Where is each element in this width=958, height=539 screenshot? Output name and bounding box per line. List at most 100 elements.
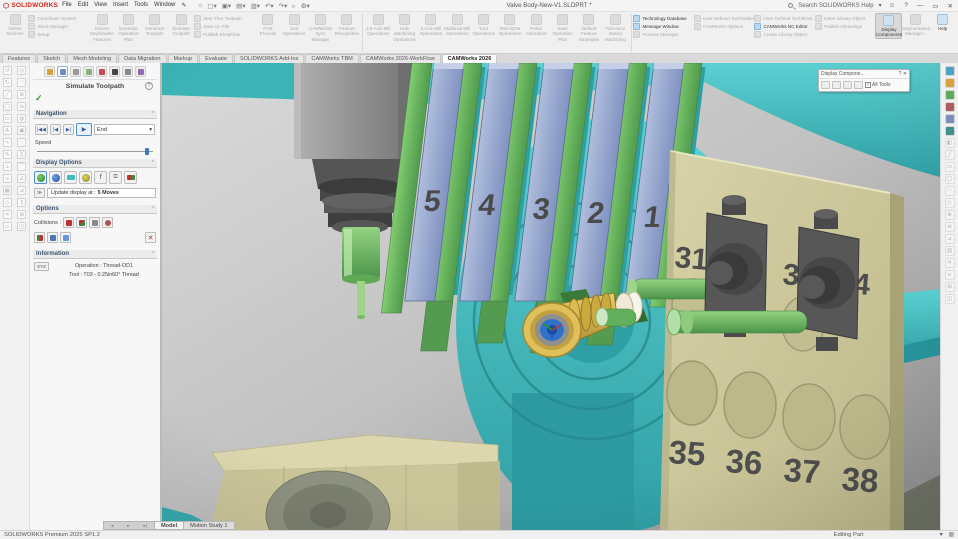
simulate-toolpath-button[interactable]: Simulate Toolpath [168,13,194,37]
tab-mesh-modeling[interactable]: Mesh Modeling [67,54,117,63]
sketch-tool-button[interactable]: A [3,126,12,135]
customize-icon[interactable]: ▦ [949,532,954,538]
user-defined-tool-holder-button[interactable]: User Defined Tool/Holder [694,15,755,22]
go-to-start-button[interactable]: |◀◀ [35,124,48,135]
undo-icon[interactable]: ↶▾ [265,2,274,10]
update-display-field[interactable]: Update display at : 5 Moves [47,188,156,198]
viewport-3d-canvas[interactable]: 5 4 3 2 1 [162,63,940,530]
step-back-button[interactable]: |◀ [50,124,61,135]
menu-window[interactable]: Window [154,2,175,9]
section-view-button[interactable]: ⧉ [109,171,122,184]
information-section-header[interactable]: Information^ [33,250,157,259]
save-icon[interactable]: ▤▾ [236,2,245,10]
ribbon-help-button[interactable]: Help [929,13,955,31]
sync-manager-button[interactable]: CAMWorks Sync Manager [307,13,333,42]
mill-25axis-button[interactable]: 2.5 Axis Mill Operations [365,13,391,37]
fixture-display-button[interactable] [64,171,77,184]
multiaxis-mill-button[interactable]: Multiaxis Mill Operations [444,13,470,37]
feature-tool-button[interactable]: ⊖ [17,102,26,111]
hole-machining-button[interactable]: Hole Machining Operations [391,13,417,42]
extract-features-button[interactable]: Extract Machinable Features [89,13,115,42]
sketch-tool-button[interactable]: ⌗ [3,210,12,219]
collision-stop-button[interactable] [63,217,74,228]
message-window-button[interactable]: Message Window [633,23,694,30]
motion-study-tab[interactable]: Motion Study 1 [184,521,234,530]
view-tool-button[interactable]: ▨ [945,246,955,256]
turn-operations-button[interactable]: Turn Operations [470,13,496,37]
search-dropdown-icon[interactable]: ▾ [879,2,882,9]
show-fixtures-icon[interactable] [843,81,852,89]
task-pane-tab-icon[interactable] [96,66,107,77]
tab-markup[interactable]: Markup [168,54,199,63]
navigation-section-header[interactable]: Navigation^ [33,110,157,119]
show-toolpath-button[interactable] [34,232,45,243]
help-icon[interactable]: ? [902,2,910,9]
create-library-object-button[interactable]: Create Library Object [754,31,815,38]
feature-tool-button[interactable]: ╳ [17,150,26,159]
show-machine-icon[interactable] [832,81,841,89]
camworks-feature-tree-icon[interactable] [945,66,955,76]
generate-operation-plan-button[interactable]: Generate Operation Plan [115,13,141,42]
holder-display-button[interactable]: f [94,171,107,184]
view-tool-button[interactable]: ⊞ [945,282,955,292]
mill-3axis-button[interactable]: 3 Axis Mill Operations [418,13,444,37]
collision-holder-button[interactable] [76,217,87,228]
panel-help-icon[interactable]: ? [145,82,153,90]
feature-tool-button[interactable]: ⊞ [17,210,26,219]
sketch-tool-button[interactable]: ◯ [3,102,12,111]
feature-tool-button[interactable]: ◫ [17,222,26,231]
select-icon[interactable]: ▹ [292,2,295,10]
view-tool-button[interactable]: ≋ [945,222,955,232]
camworks-stock-icon[interactable] [945,114,955,124]
camworks-options-button[interactable]: CAMWorks Options [694,23,755,30]
sketch-tool-button[interactable]: ◇ [3,198,12,207]
stock-manager-button[interactable]: Stock Manager [28,23,89,30]
sketch-tool-button[interactable]: ▭ [3,114,12,123]
tab-solidworks-addins[interactable]: SOLIDWORKS Add-Ins [234,54,304,63]
units-dropdown[interactable]: ▾ [940,532,943,538]
generate-toolpath-button[interactable]: Generate Toolpath [142,13,168,37]
camworks-machine-icon[interactable] [945,102,955,112]
machine-sim-button[interactable] [47,232,58,243]
feature-tool-button[interactable]: ◍ [17,114,26,123]
print-icon[interactable]: ▥▾ [251,2,260,10]
process-manager-button[interactable]: Process Manager [633,31,694,38]
feature-tool-button[interactable]: ∥ [17,198,26,207]
xyz-coordinates-button[interactable]: XYZ [34,262,49,271]
publish-edrawings-button[interactable]: Publish eDrawings [815,23,876,30]
step-forward-button[interactable]: ▶| [63,124,74,135]
stock-display-button[interactable] [34,171,47,184]
task-pane-tab-icon[interactable] [83,66,94,77]
feature-tool-button[interactable]: ∠ [17,174,26,183]
play-button[interactable]: ▶ [76,123,92,136]
new-document-icon[interactable]: ▢▾ [207,2,216,10]
feature-tool-button[interactable]: ⊿ [17,186,26,195]
minimize-button[interactable]: — [915,2,926,9]
pin-icon[interactable]: ✎ [181,2,186,9]
tab-camworks-workflow[interactable]: CAMWorks 2026-WorkFlow [360,54,441,63]
remove-material-button[interactable]: ✕ [145,232,156,243]
sort-operations-button[interactable]: Sort Operations [281,13,307,37]
tab-scroll-buttons[interactable]: ◂▸▸| [103,521,155,530]
restore-button[interactable]: ▭ [930,2,940,10]
display-components-button[interactable]: Display Components [875,13,902,39]
probe-operation-button[interactable]: Probe Operation [523,13,549,37]
ok-checkmark-icon[interactable]: ✓ [33,92,157,106]
camworks-setup-icon[interactable] [945,126,955,136]
tool-display-button[interactable] [79,171,92,184]
options-section-header[interactable]: Options^ [33,205,157,214]
display-options-section-header[interactable]: Display Options^ [33,159,157,168]
sketch-tool-button[interactable]: ▱ [3,222,12,231]
compare-display-button[interactable] [124,171,137,184]
menu-edit[interactable]: Edit [78,2,88,9]
home-icon[interactable]: ⌂ [198,2,202,10]
task-pane-tab-icon[interactable] [70,66,81,77]
menu-view[interactable]: View [94,2,107,9]
menu-tools[interactable]: Tools [134,2,148,9]
view-tool-button[interactable]: ◯ [945,174,955,184]
close-button[interactable]: ✕ [946,2,955,10]
menu-file[interactable]: File [62,2,72,9]
tab-camworks-tbm[interactable]: CAMWorks TBM [305,54,358,63]
segmentation-manager-button[interactable]: Segmentation Manager... [902,13,929,37]
view-tool-button[interactable]: ◧ [945,138,955,148]
